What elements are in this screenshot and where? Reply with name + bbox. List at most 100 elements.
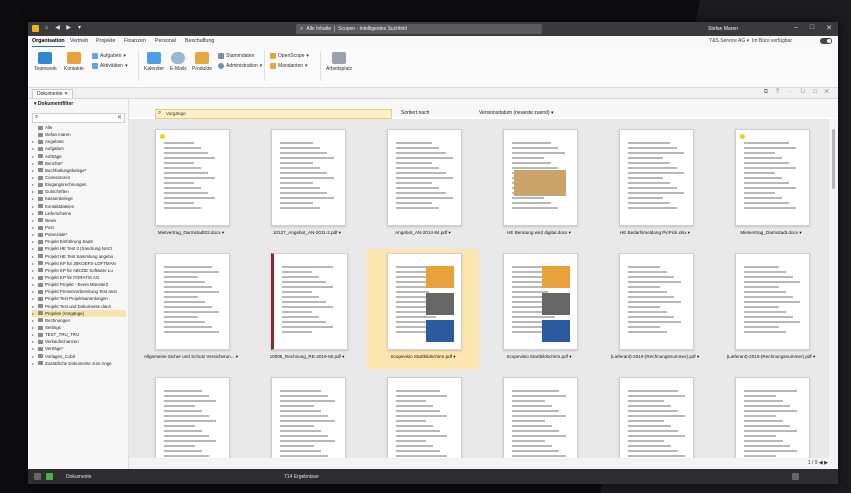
home-icon[interactable]: ⌂ [43, 25, 50, 32]
expand-chevron-icon[interactable]: ▸ [32, 174, 36, 181]
filter-item[interactable]: ▸ Gutschriften [32, 188, 126, 195]
tab-projekte[interactable]: Projekte [96, 38, 115, 44]
filter-item[interactable]: ▸ Projekt Test und Dokumente dann [32, 303, 126, 310]
document-tile[interactable]: Scopevisio Startbildschirm.pdf ▾ [483, 249, 595, 369]
expand-chevron-icon[interactable]: ▸ [32, 353, 36, 360]
tab-personal[interactable]: Personal [155, 38, 176, 44]
document-tile[interactable]: (Lieferant)-2019-(Rechnungsnummer).pdf ▾ [715, 249, 827, 369]
expand-chevron-icon[interactable]: ▸ [32, 274, 36, 281]
expand-chevron-icon[interactable]: ▸ [32, 188, 36, 195]
document-search-input[interactable]: ⌕ Vorgänge [155, 109, 392, 119]
filter-item[interactable]: ▸ Projekt HE Test 3 (Sandrung NACI [32, 245, 126, 252]
filter-item[interactable]: ▸ Buchhaltungsbelege* [32, 167, 126, 174]
document-name[interactable]: 10127_Angebot_AN-2011-2.pdf ▾ [255, 230, 359, 236]
aktivitaeten-button[interactable]: Aktivitäten ▾ [92, 63, 128, 69]
document-name[interactable]: Mietvertrag_Darmstadt03.docx ▾ [139, 230, 243, 236]
filter-item[interactable]: ▸ Connectoren [32, 174, 126, 181]
filter-item[interactable]: ▸ Berichte* [32, 160, 126, 167]
user-menu[interactable]: Stefan Maren [708, 26, 738, 32]
filter-item[interactable]: ▸ Potenziale* [32, 231, 126, 238]
document-tile[interactable]: HE Bedarfsmeldung PicPick.xlsx ▾ [599, 125, 711, 245]
administration-button[interactable]: Administration ▾ [218, 63, 262, 69]
expand-chevron-icon[interactable]: ▸ [32, 317, 36, 324]
expand-chevron-icon[interactable]: ▸ [32, 138, 36, 145]
filter-item[interactable]: ▸ Kontaktdateien [32, 203, 126, 210]
expand-chevron-icon[interactable]: ▸ [32, 203, 36, 210]
filter-item[interactable]: ▸ Projekt KP für JBKOEFS-LOFTMAN [32, 260, 126, 267]
document-name[interactable]: Scopevisio Startbildschirm.pdf ▾ [371, 354, 475, 360]
availability-toggle[interactable] [820, 38, 832, 44]
document-name[interactable]: Angebot_AN-2014-84.pdf ▾ [371, 230, 475, 236]
expand-chevron-icon[interactable]: ▸ [32, 145, 36, 152]
document-tile[interactable]: 10006_Rechnung_RE-2019-60.pdf ▾ [251, 249, 363, 369]
global-search-box[interactable]: ⌕ Alle Inhalte Scopen - Intelligentes Su… [296, 24, 542, 34]
page-indicator[interactable]: 1 / 9 ◀ ▶ [808, 460, 828, 466]
expand-chevron-icon[interactable]: ▸ [32, 281, 36, 288]
filter-item[interactable]: ▸ Verkaufschancen [32, 338, 126, 345]
grid-scrollbar[interactable] [829, 119, 838, 459]
expand-chevron-icon[interactable]: ▸ [32, 153, 36, 160]
filter-item[interactable]: ▸ Projekte (Vorgänge) [32, 309, 126, 317]
expand-chevron-icon[interactable]: ▸ [32, 160, 36, 167]
expand-chevron-icon[interactable]: ▸ [32, 288, 36, 295]
expand-chevron-icon[interactable]: ▸ [32, 267, 36, 274]
filter-item[interactable]: ▸ TEST_TRU_TRU [32, 331, 126, 338]
filter-item[interactable]: stefan maren [32, 131, 126, 138]
filter-item[interactable]: ▸ Projekt KP für ABCDE Software Lu [32, 267, 126, 274]
expand-chevron-icon[interactable]: ▸ [32, 245, 36, 252]
expand-chevron-icon[interactable]: ▸ [32, 195, 36, 202]
tab-vertrieb[interactable]: Vertrieb [70, 38, 88, 44]
filter-item[interactable]: ▸ Projekt Einführung SaaS [32, 238, 126, 245]
expand-chevron-icon[interactable]: ▸ [32, 167, 36, 174]
expand-chevron-icon[interactable]: ▸ [32, 253, 36, 260]
maximize-button[interactable]: □ [810, 24, 814, 32]
expand-chevron-icon[interactable]: ▸ [32, 338, 36, 345]
kalender-button[interactable]: Kalender [144, 52, 164, 72]
teamwork-button[interactable]: Teamwork [34, 52, 57, 72]
document-tile[interactable]: Allgemeine Sicher und Schutz Versicherun… [135, 249, 247, 369]
close-button[interactable]: ✕ [826, 24, 832, 32]
expand-chevron-icon[interactable]: ▸ [32, 238, 36, 245]
expand-chevron-icon[interactable]: ▸ [32, 210, 36, 217]
expand-chevron-icon[interactable]: ▸ [32, 231, 36, 238]
close-icon[interactable]: ✕ [64, 91, 68, 97]
minimize-button[interactable]: – [794, 24, 798, 32]
filter-item[interactable]: ▸ Rechnungen [32, 317, 126, 324]
filter-input[interactable]: ⌕ ✕ [32, 113, 125, 123]
chart-icon[interactable] [46, 473, 53, 480]
stammdaten-button[interactable]: Stammdaten [218, 53, 254, 59]
expand-chevron-icon[interactable]: ▸ [32, 345, 36, 352]
forward-icon[interactable]: ▶ [65, 25, 72, 32]
document-tile[interactable]: Scopevisio Startbildschirm.pdf ▾ [367, 249, 479, 369]
tab-finanzen[interactable]: Finanzen [124, 38, 146, 44]
filter-item[interactable]: ▸ Kassenbelege [32, 195, 126, 202]
filter-item[interactable]: ▸ Projekt Test Projektsammlungen [32, 295, 126, 302]
arbeitsplatz-button[interactable]: Arbeitsplatz [326, 52, 352, 72]
filter-item[interactable]: ▸ Projekt HE Test Sammlung angebo [32, 253, 126, 260]
tab-beschaffung[interactable]: Beschaffung [185, 38, 214, 44]
document-name[interactable]: Allgemeine Sicher und Schutz Versicherun… [139, 354, 243, 360]
filter-item[interactable]: Alle [32, 124, 126, 131]
document-tile[interactable]: Mietvertrag_Darmstadt.docx ▾ [715, 125, 827, 245]
expand-chevron-icon[interactable]: ▸ [32, 331, 36, 338]
openscope-button[interactable]: OpenScope ▾ [270, 53, 309, 59]
sort-dropdown[interactable]: Versionsdatum (neueste zuerst) ▾ [479, 110, 554, 116]
tab-organisation[interactable]: Organisation [32, 38, 65, 47]
expand-chevron-icon[interactable]: ▸ [32, 303, 36, 310]
document-tile[interactable]: 10127_Angebot_AN-2011-2.pdf ▾ [251, 125, 363, 245]
document-name[interactable]: HE Beratung wird digital.docx ▾ [487, 230, 591, 236]
filter-item[interactable]: ▸ Angebote [32, 138, 126, 145]
document-name[interactable]: (Lieferant)-2019-(Rechnungsnummer).pdf ▾ [603, 354, 707, 360]
document-name[interactable]: 10006_Rechnung_RE-2019-60.pdf ▾ [255, 354, 359, 360]
filter-item[interactable]: ▸ Post [32, 224, 126, 231]
expand-chevron-icon[interactable]: ▸ [32, 181, 36, 188]
filter-item[interactable]: ▸ Aufträge [32, 153, 126, 160]
search-scope[interactable]: Alle Inhalte [306, 26, 331, 32]
document-name[interactable]: Mietvertrag_Darmstadt.docx ▾ [719, 230, 823, 236]
grid-view-icon[interactable] [792, 473, 799, 480]
document-name[interactable]: Scopevisio Startbildschirm.pdf ▾ [487, 354, 591, 360]
expand-chevron-icon[interactable]: ▸ [32, 310, 36, 317]
expand-chevron-icon[interactable]: ▸ [32, 217, 36, 224]
filter-item[interactable]: ▸ Eingangsrechnungen [32, 181, 126, 188]
filter-item[interactable]: ▸ Settings [32, 324, 126, 331]
